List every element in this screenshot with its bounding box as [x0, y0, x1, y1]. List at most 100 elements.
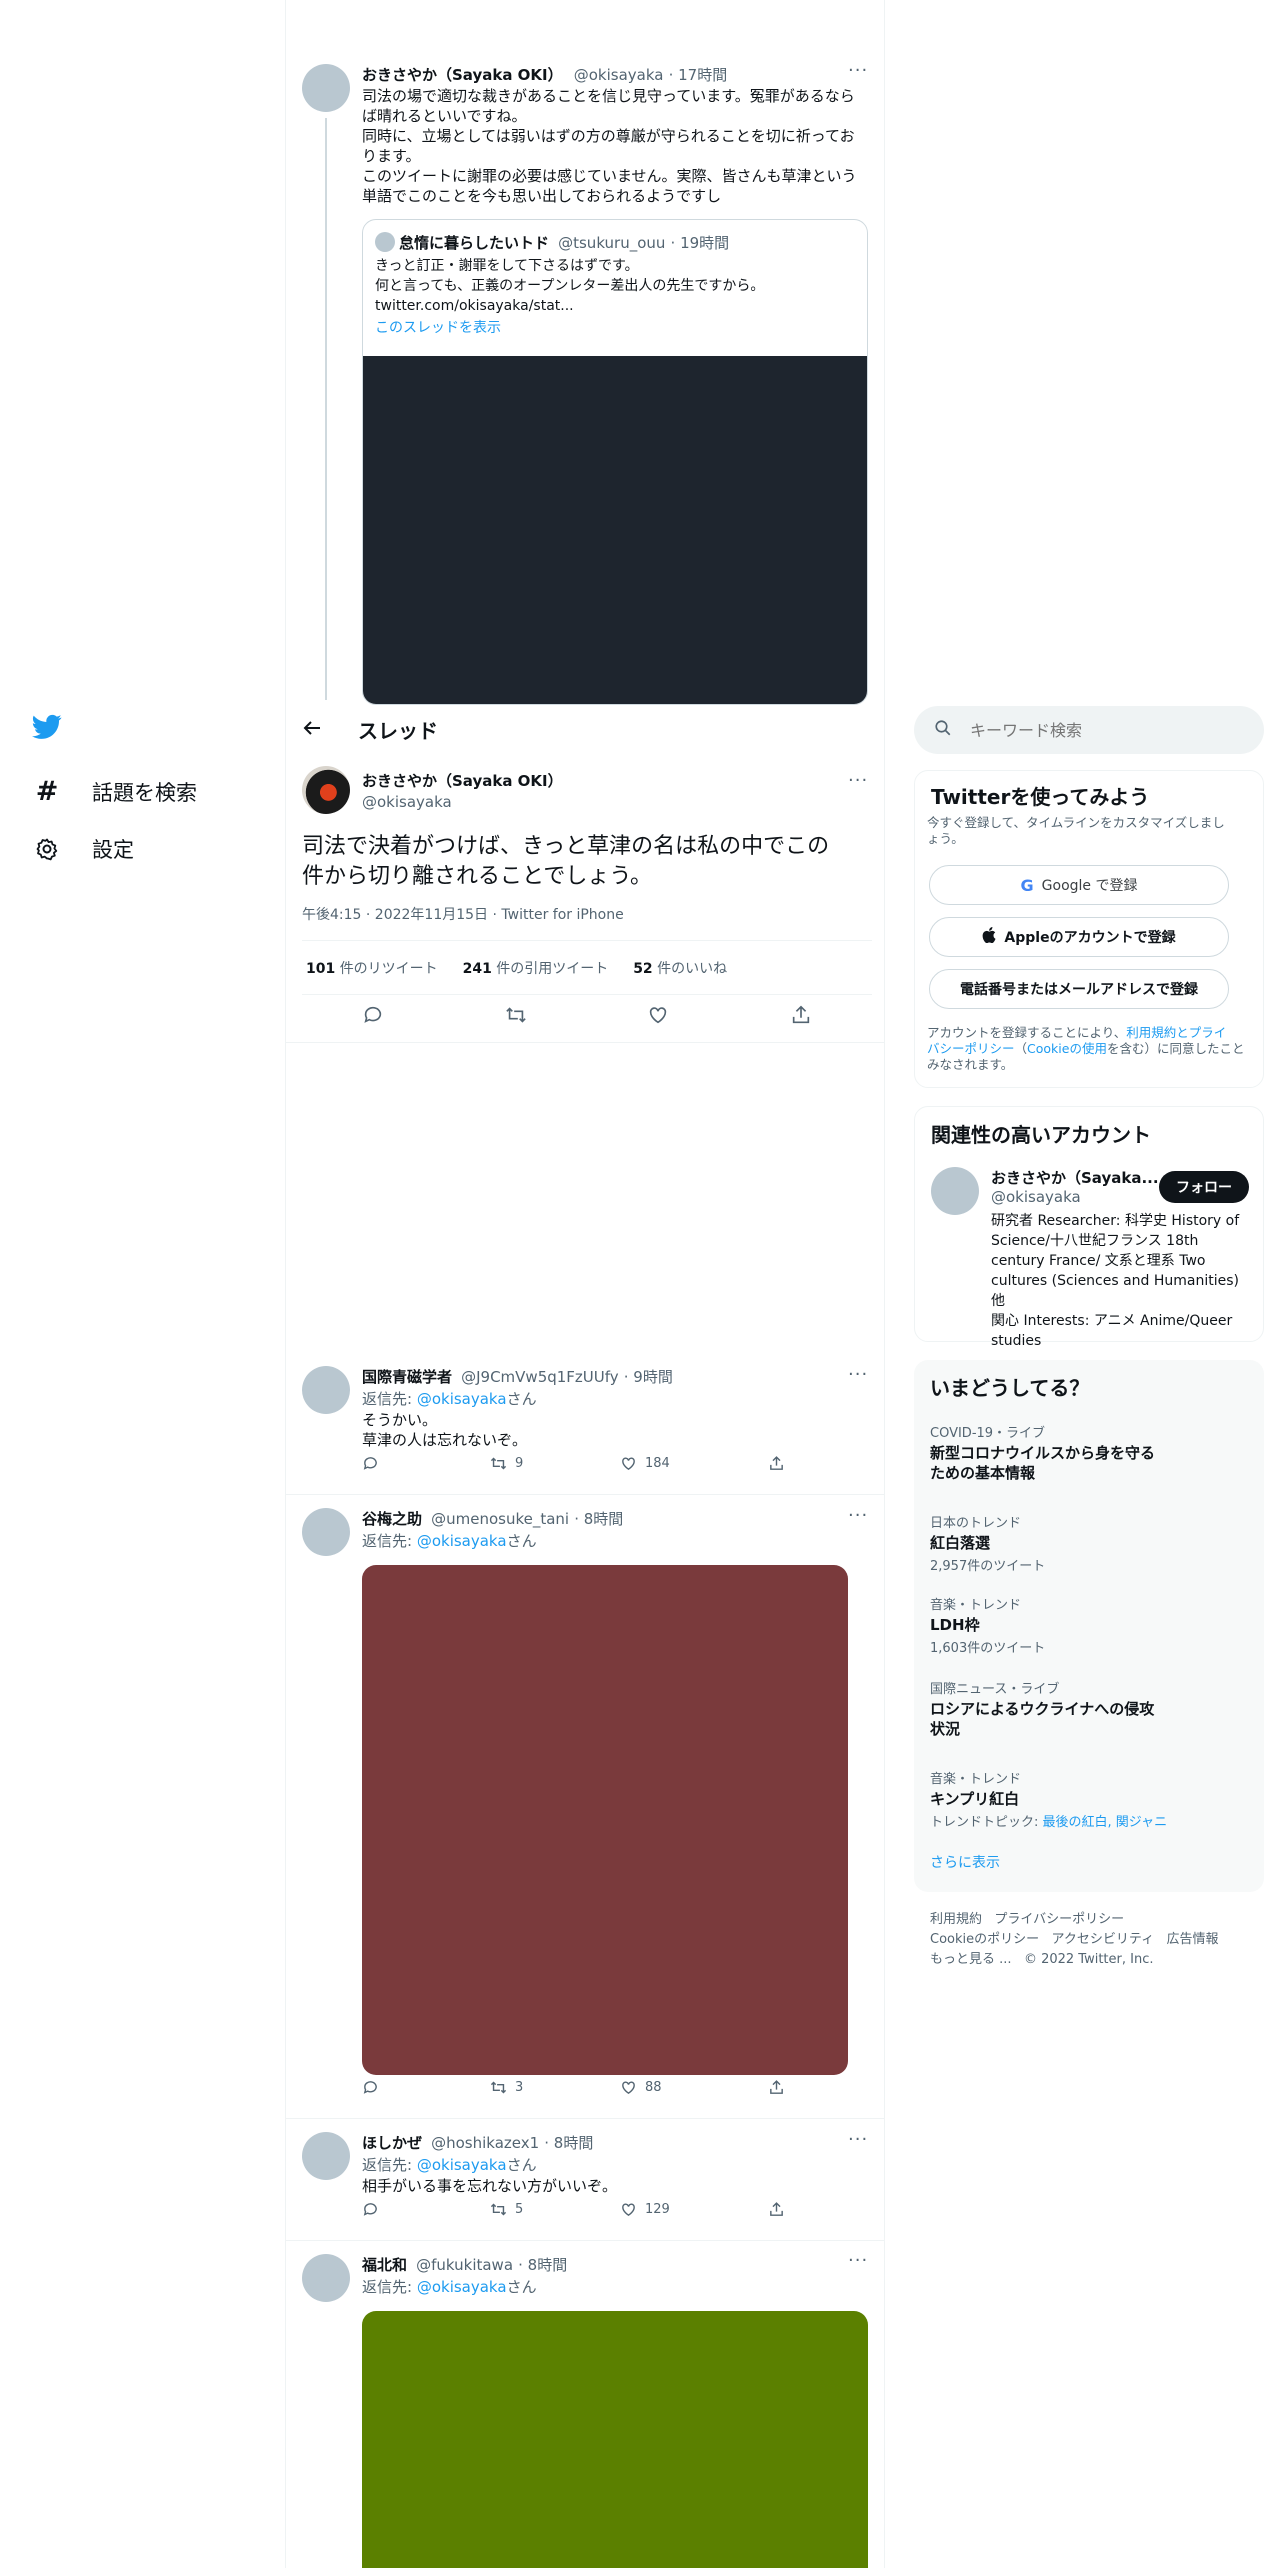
trend-item[interactable]: 国際ニュース・ライブ ロシアによるウクライナへの侵攻 状況 — [930, 1678, 1230, 1739]
share-icon[interactable] — [768, 2201, 785, 2218]
author-name[interactable]: 谷梅之助 — [362, 1510, 422, 1528]
retweet-count-stat[interactable]: 101 件のリツイート — [306, 961, 438, 977]
reply-to-suffix: さん — [506, 1390, 537, 1408]
trend-item[interactable]: COVID-19・ライブ 新型コロナウイルスから身を守る ための基本情報 — [930, 1422, 1230, 1483]
footer-terms-link[interactable]: 利用規約 — [930, 1912, 982, 1927]
divider — [286, 1494, 884, 1495]
reply-to-handle[interactable]: @okisayaka — [417, 1532, 507, 1550]
main-tweet-actions — [302, 1004, 872, 1030]
terms-link[interactable]: 利用規約とプライ — [1126, 1025, 1226, 1040]
author-handle[interactable]: @J9CmVw5q1FzUUfy — [461, 1368, 619, 1386]
tweet-time[interactable]: 9時間 — [633, 1368, 673, 1386]
like-count-stat[interactable]: 52 件のいいね — [633, 961, 727, 977]
avatar[interactable] — [302, 766, 350, 814]
like-action[interactable]: 129 — [620, 2201, 670, 2218]
retweet-count: 5 — [515, 2201, 524, 2217]
author-handle[interactable]: @okisayaka — [574, 66, 664, 84]
avatar[interactable] — [302, 2254, 350, 2302]
search-input[interactable] — [970, 720, 1230, 740]
quoted-link[interactable]: twitter.com/okisayaka/stat... — [375, 296, 855, 316]
bio-line: cultures (Sciences and Humanities) 他 — [991, 1273, 1240, 1309]
media-image[interactable] — [362, 1565, 848, 2075]
author-handle[interactable]: @okisayaka — [362, 793, 563, 811]
more-options-icon[interactable]: ··· — [848, 1364, 868, 1385]
follow-button[interactable]: フォロー — [1159, 1171, 1249, 1203]
reply-icon[interactable] — [362, 1004, 384, 1030]
tweet-time[interactable]: 8時間 — [554, 2134, 594, 2152]
avatar[interactable] — [302, 1508, 350, 1556]
share-icon[interactable] — [768, 2079, 785, 2096]
reply-to-handle[interactable]: @okisayaka — [417, 1390, 507, 1408]
author-name[interactable]: おきさやか（Sayaka OKI） — [362, 770, 563, 791]
reply-to-handle[interactable]: @okisayaka — [417, 2278, 507, 2296]
more-options-icon[interactable]: ··· — [848, 60, 868, 81]
quoted-media-image[interactable] — [363, 356, 867, 704]
author-handle[interactable]: @hoshikazex1 — [431, 2134, 539, 2152]
author-handle[interactable]: @fukukitawa — [416, 2256, 513, 2274]
google-signup-button[interactable]: G Google で登録 — [929, 865, 1229, 905]
main-tweet-timestamp[interactable]: 午後4:15 · 2022年11月15日 · Twitter for iPhon… — [302, 904, 624, 924]
more-options-icon[interactable]: ··· — [848, 2129, 868, 2150]
apple-signup-button[interactable]: Appleのアカウントで登録 — [929, 917, 1229, 957]
nav-settings[interactable]: 設定 — [32, 834, 134, 864]
search-bar[interactable] — [914, 706, 1264, 754]
like-action[interactable]: 184 — [620, 1455, 670, 1472]
author-name[interactable]: 国際青磁学者 — [362, 1368, 452, 1386]
trend-item[interactable]: 音楽・トレンド LDH枠 1,603件のツイート — [930, 1594, 1230, 1656]
footer-ads-link[interactable]: 広告情報 — [1167, 1932, 1219, 1947]
avatar[interactable] — [302, 64, 350, 112]
phone-email-signup-button[interactable]: 電話番号またはメールアドレスで登録 — [929, 969, 1229, 1009]
share-icon[interactable] — [768, 1455, 785, 1472]
reply-icon[interactable] — [362, 2079, 379, 2096]
quoted-time: 19時間 — [680, 234, 730, 252]
like-icon[interactable] — [647, 1004, 669, 1030]
trend-name: 紅白落選 — [930, 1534, 991, 1552]
author-name[interactable]: 福北和 — [362, 2256, 407, 2274]
like-action[interactable]: 88 — [620, 2079, 662, 2096]
more-options-icon[interactable]: ··· — [848, 2250, 868, 2271]
back-arrow-icon[interactable] — [302, 718, 322, 742]
show-more-link[interactable]: さらに表示 — [930, 1852, 1000, 1872]
reply-icon[interactable] — [362, 2201, 379, 2218]
footer-cookie-link[interactable]: Cookieのポリシー — [930, 1932, 1039, 1947]
quoted-tweet-card[interactable]: 怠惰に暮らしたいトド @tsukuru_ouu · 19時間 きっと訂正・謝罪を… — [362, 219, 868, 705]
trend-name-line: 状況 — [930, 1720, 961, 1738]
tweet-time[interactable]: 8時間 — [528, 2256, 568, 2274]
retweet-icon[interactable] — [505, 1004, 527, 1030]
cookie-link[interactable]: Cookieの使用 — [1027, 1041, 1107, 1056]
retweet-action[interactable]: 5 — [490, 2201, 523, 2218]
privacy-link[interactable]: バシーポリシー — [927, 1041, 1015, 1056]
tweet-time[interactable]: 17時間 — [678, 66, 727, 84]
retweet-action[interactable]: 9 — [490, 1455, 523, 1472]
trend-item[interactable]: 音楽・トレンド キンプリ紅白 トレンドトピック: 最後の紅白, 関ジャニ — [930, 1768, 1230, 1830]
author-handle[interactable]: @umenosuke_tani — [431, 1510, 569, 1528]
more-options-icon[interactable]: ··· — [848, 1505, 868, 1526]
retweet-icon — [490, 1457, 507, 1469]
author-name[interactable]: ほしかぜ — [362, 2134, 422, 2152]
reply-to-handle[interactable]: @okisayaka — [417, 2156, 507, 2174]
tweet-time[interactable]: 8時間 — [584, 1510, 624, 1528]
tweet-text-line: 単語でこのことを今も思い出しておられるようですし — [362, 187, 722, 205]
show-thread-link[interactable]: このスレッドを表示 — [375, 318, 855, 338]
terms-text: みなされます。 — [927, 1057, 1014, 1072]
media-image[interactable] — [362, 2311, 868, 2568]
footer-links-row: もっと見る ... © 2022 Twitter, Inc. — [930, 1948, 1153, 1967]
footer-privacy-link[interactable]: プライバシーポリシー — [994, 1912, 1124, 1927]
share-icon[interactable] — [790, 1004, 812, 1030]
twitter-logo-icon[interactable] — [32, 714, 62, 744]
avatar[interactable] — [302, 1366, 350, 1414]
quote-count-stat[interactable]: 241 件の引用ツイート — [463, 961, 609, 977]
retweet-action[interactable]: 3 — [490, 2079, 523, 2096]
reply-icon[interactable] — [362, 1455, 379, 1472]
trend-item[interactable]: 日本のトレンド 紅白落選 2,957件のツイート — [930, 1512, 1230, 1574]
retweet-icon — [490, 2081, 507, 2093]
trend-topic-link[interactable]: 最後の紅白, 関ジャニ — [1043, 1815, 1168, 1830]
footer-accessibility-link[interactable]: アクセシビリティ — [1052, 1932, 1155, 1947]
footer-more-link[interactable]: もっと見る ... — [930, 1952, 1012, 1967]
nav-explore[interactable]: # 話題を検索 — [32, 776, 197, 807]
avatar[interactable] — [931, 1167, 979, 1215]
avatar[interactable] — [302, 2132, 350, 2180]
more-options-icon[interactable]: ··· — [848, 770, 868, 791]
related-account[interactable]: おきさやか（Sayaka... @okisayaka — [991, 1167, 1159, 1206]
author-name[interactable]: おきさやか（Sayaka OKI） — [362, 66, 563, 84]
